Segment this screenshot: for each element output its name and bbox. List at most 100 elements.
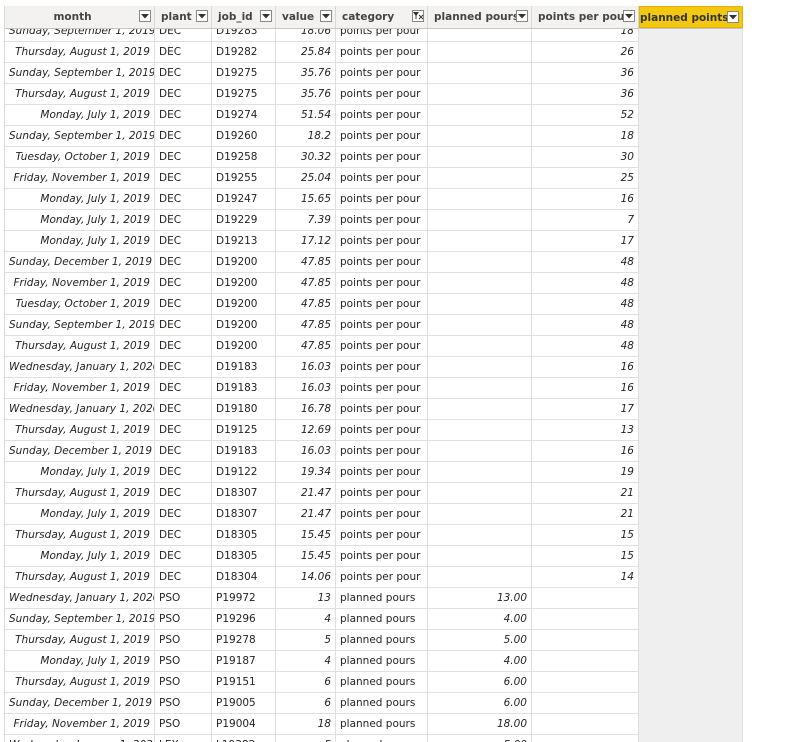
column-header-points-per-pour[interactable]: points per pour (532, 6, 639, 28)
cell-planned-pours[interactable] (428, 63, 532, 84)
cell-planned-pours[interactable] (428, 84, 532, 105)
cell-job-id[interactable]: P19278 (212, 630, 276, 651)
table-row[interactable]: Friday, November 1, 2019 DEC D19255 25.04 po… (5, 168, 743, 189)
cell-points-per-pour[interactable]: 14 (532, 567, 639, 588)
table-row[interactable]: Thursday, August 1, 2019 DEC D18307 21.47 po… (5, 483, 743, 504)
cell-job-id[interactable]: D19247 (212, 189, 276, 210)
cell-job-id[interactable]: D19180 (212, 399, 276, 420)
table-row[interactable]: Wednesday, January 1, 2020LEXL193825plan… (5, 735, 743, 742)
filter-active-icon[interactable] (412, 10, 424, 22)
table-row[interactable]: Wednesday, January 1, 2020 DEC D19180 16.78… (5, 399, 743, 420)
cell-category[interactable]: points per pour (336, 147, 428, 168)
table-row[interactable]: Monday, July 1, 2019 DEC D19274 51.54 points… (5, 105, 743, 126)
cell-value[interactable]: 35.76 (276, 84, 336, 105)
cell-planned-pours[interactable]: 4.00 (428, 609, 532, 630)
cell-job-id[interactable]: P19151 (212, 672, 276, 693)
cell-month[interactable]: Thursday, August 1, 2019 (5, 42, 155, 63)
cell-planned-pours[interactable]: 4.00 (428, 651, 532, 672)
cell-plant[interactable]: DEC (155, 42, 212, 63)
column-header-category[interactable]: category (336, 6, 428, 28)
cell-month[interactable]: Sunday, September 1, 2019 (5, 126, 155, 147)
cell-points-per-pour[interactable]: 48 (532, 315, 639, 336)
cell-job-id[interactable]: D19125 (212, 420, 276, 441)
table-row[interactable]: Thursday, August 1, 2019 DEC D19125 12.69 po… (5, 420, 743, 441)
cell-job-id[interactable]: P19972 (212, 588, 276, 609)
cell-value[interactable]: 47.85 (276, 273, 336, 294)
cell-planned-points[interactable] (639, 189, 743, 210)
chevron-down-icon[interactable] (623, 10, 635, 22)
cell-planned-pours[interactable] (428, 441, 532, 462)
cell-month[interactable]: Monday, July 1, 2019 (5, 546, 155, 567)
cell-plant[interactable]: DEC (155, 231, 212, 252)
cell-month[interactable]: Wednesday, January 1, 2020 (5, 588, 155, 609)
cell-category[interactable]: points per pour (336, 441, 428, 462)
table-row[interactable]: Friday, November 1, 2019 DEC D19200 47.85 po… (5, 273, 743, 294)
cell-value[interactable]: 35.76 (276, 63, 336, 84)
cell-points-per-pour[interactable]: 26 (532, 42, 639, 63)
cell-planned-pours[interactable] (428, 273, 532, 294)
cell-points-per-pour[interactable] (532, 693, 639, 714)
table-row[interactable]: Thursday, August 1, 2019 DEC D19275 35.76 po… (5, 84, 743, 105)
cell-points-per-pour[interactable]: 36 (532, 84, 639, 105)
cell-points-per-pour[interactable] (532, 588, 639, 609)
cell-job-id[interactable]: D19200 (212, 273, 276, 294)
cell-planned-points[interactable] (639, 63, 743, 84)
cell-category[interactable]: planned pours (336, 672, 428, 693)
cell-planned-pours[interactable] (428, 378, 532, 399)
cell-plant[interactable]: DEC (155, 399, 212, 420)
cell-value[interactable]: 16.03 (276, 378, 336, 399)
cell-month[interactable]: Tuesday, October 1, 2019 (5, 147, 155, 168)
cell-job-id[interactable]: D19200 (212, 336, 276, 357)
chevron-down-icon[interactable] (196, 10, 208, 22)
cell-job-id[interactable]: D18307 (212, 483, 276, 504)
cell-month[interactable]: Wednesday, January 1, 2020 (5, 357, 155, 378)
cell-planned-pours[interactable] (428, 189, 532, 210)
cell-month[interactable]: Friday, November 1, 2019 (5, 378, 155, 399)
cell-planned-pours[interactable]: 5.00 (428, 735, 532, 742)
cell-month[interactable]: Thursday, August 1, 2019 (5, 630, 155, 651)
cell-planned-pours[interactable] (428, 483, 532, 504)
table-row[interactable]: Sunday, September 1, 2019 PSO P19296 4 plann… (5, 609, 743, 630)
cell-planned-pours[interactable]: 5.00 (428, 630, 532, 651)
cell-job-id[interactable]: D19122 (212, 462, 276, 483)
cell-value[interactable]: 7.39 (276, 210, 336, 231)
cell-plant[interactable]: DEC (155, 84, 212, 105)
cell-planned-pours[interactable] (428, 462, 532, 483)
cell-planned-points[interactable] (639, 672, 743, 693)
cell-points-per-pour[interactable]: 17 (532, 231, 639, 252)
cell-planned-pours[interactable] (428, 336, 532, 357)
cell-planned-pours[interactable]: 6.00 (428, 693, 532, 714)
cell-value[interactable]: 25.84 (276, 42, 336, 63)
cell-month[interactable]: Friday, November 1, 2019 (5, 714, 155, 735)
cell-category[interactable]: planned pours (336, 693, 428, 714)
cell-plant[interactable]: DEC (155, 483, 212, 504)
cell-planned-pours[interactable] (428, 420, 532, 441)
cell-job-id[interactable]: D19229 (212, 210, 276, 231)
cell-plant[interactable]: DEC (155, 420, 212, 441)
cell-points-per-pour[interactable]: 15 (532, 546, 639, 567)
chevron-down-icon[interactable] (260, 10, 272, 22)
cell-value[interactable]: 47.85 (276, 315, 336, 336)
cell-plant[interactable]: DEC (155, 525, 212, 546)
cell-plant[interactable]: DEC (155, 210, 212, 231)
cell-planned-pours[interactable] (428, 525, 532, 546)
cell-job-id[interactable]: D18307 (212, 504, 276, 525)
cell-category[interactable]: planned pours (336, 588, 428, 609)
cell-value[interactable]: 5 (276, 735, 336, 742)
cell-category[interactable]: points per pour (336, 273, 428, 294)
cell-planned-pours[interactable] (428, 294, 532, 315)
cell-planned-points[interactable] (639, 567, 743, 588)
cell-plant[interactable]: DEC (155, 378, 212, 399)
cell-job-id[interactable]: P19004 (212, 714, 276, 735)
chevron-down-icon[interactable] (139, 10, 151, 22)
cell-points-per-pour[interactable]: 21 (532, 504, 639, 525)
cell-plant[interactable]: DEC (155, 273, 212, 294)
cell-points-per-pour[interactable]: 48 (532, 252, 639, 273)
cell-job-id[interactable]: P19296 (212, 609, 276, 630)
table-row[interactable]: Sunday, September 1, 2019 DEC D19275 35.76 p… (5, 63, 743, 84)
cell-job-id[interactable]: D19275 (212, 63, 276, 84)
cell-value[interactable]: 47.85 (276, 336, 336, 357)
cell-job-id[interactable]: D19200 (212, 252, 276, 273)
table-row[interactable]: Friday, November 1, 2019 DEC D19183 16.03 po… (5, 378, 743, 399)
cell-job-id[interactable]: D19213 (212, 231, 276, 252)
